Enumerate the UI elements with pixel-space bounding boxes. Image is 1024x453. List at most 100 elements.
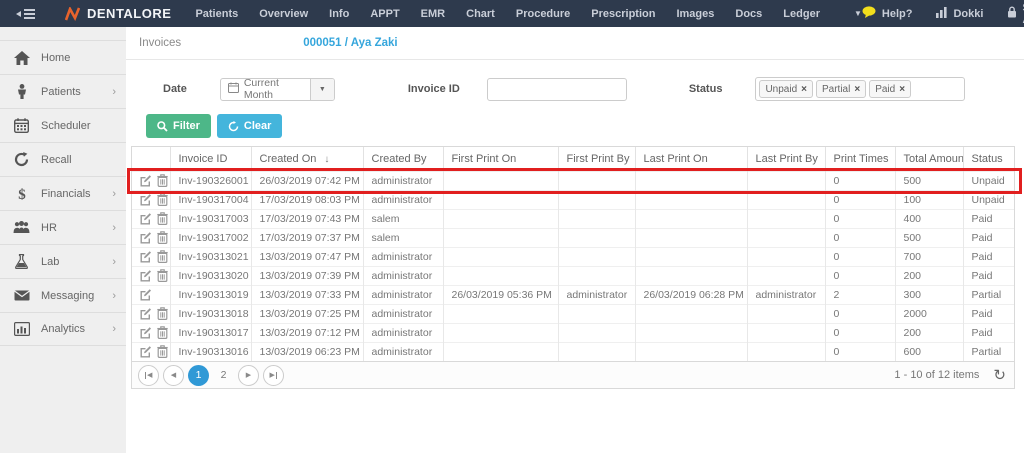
nav-item-procedure[interactable]: Procedure: [516, 8, 570, 20]
column-header-created-by[interactable]: Created By: [363, 147, 443, 171]
trash-icon[interactable]: [157, 250, 168, 263]
clinic-selector[interactable]: Dokki: [936, 7, 983, 21]
trash-icon[interactable]: [157, 345, 168, 358]
edit-icon[interactable]: [139, 193, 152, 206]
nav-item-docs[interactable]: Docs: [735, 8, 762, 20]
status-tag-paid: Paid×: [869, 80, 911, 98]
edit-icon[interactable]: [139, 212, 152, 225]
invoice-id-input[interactable]: [487, 78, 627, 101]
sidebar-item-scheduler[interactable]: Scheduler: [0, 108, 126, 142]
trash-icon[interactable]: [157, 231, 168, 244]
clear-button[interactable]: Clear: [217, 114, 283, 138]
edit-icon[interactable]: [139, 269, 152, 282]
sidebar-item-financials[interactable]: $Financials›: [0, 176, 126, 210]
pager-last-button[interactable]: ▶: [263, 365, 284, 386]
status-multiselect[interactable]: Unpaid×Partial×Paid×: [755, 77, 965, 101]
cell-print-times: 0: [825, 247, 895, 266]
nav-item-prescription[interactable]: Prescription: [591, 8, 655, 20]
navbar-overflow-caret[interactable]: ▼: [854, 9, 862, 18]
edit-icon[interactable]: [139, 326, 152, 339]
cell-invoice-id: Inv-190317003: [170, 209, 251, 228]
cell-created-by: salem: [363, 209, 443, 228]
cell-last-print-on: [635, 342, 747, 361]
refresh-icon[interactable]: ↻: [993, 368, 1006, 383]
pager-page-2[interactable]: 2: [213, 365, 234, 386]
cell-first-print-by: [558, 247, 635, 266]
table-row: Inv-19031700217/03/2019 07:37 PMsalem050…: [132, 228, 1014, 247]
cell-invoice-id: Inv-190317004: [170, 190, 251, 209]
remove-tag-icon[interactable]: ×: [899, 84, 905, 95]
pager-first-button[interactable]: ◀: [138, 365, 159, 386]
trash-icon[interactable]: [157, 193, 168, 206]
column-header-label: Status: [972, 153, 1003, 165]
date-dropdown[interactable]: Current Month ▼: [220, 78, 335, 101]
sidebar-item-recall[interactable]: Recall: [0, 142, 126, 176]
flask-icon: [13, 254, 30, 269]
column-header-label: Print Times: [834, 153, 889, 165]
edit-icon[interactable]: [139, 231, 152, 244]
nav-item-patients[interactable]: Patients: [195, 8, 238, 20]
column-header-status[interactable]: Status: [963, 147, 1014, 171]
column-header-total-amount[interactable]: Total Amount: [895, 147, 963, 171]
pager-prev-button[interactable]: ◀: [163, 365, 184, 386]
nav-item-appt[interactable]: APPT: [370, 8, 399, 20]
patient-link[interactable]: 000051 / Aya Zaki: [303, 37, 397, 49]
nav-item-emr[interactable]: EMR: [421, 8, 445, 20]
sidebar-item-messaging[interactable]: Messaging›: [0, 278, 126, 312]
remove-tag-icon[interactable]: ×: [801, 84, 807, 95]
sidebar-item-home[interactable]: Home: [0, 40, 126, 74]
sidebar-collapse-icon[interactable]: [16, 9, 35, 19]
edit-icon[interactable]: [139, 307, 152, 320]
edit-icon[interactable]: [139, 174, 152, 187]
nav-item-overview[interactable]: Overview: [259, 8, 308, 20]
trash-icon[interactable]: [157, 212, 168, 225]
column-header-invoice-id[interactable]: Invoice ID: [170, 147, 251, 171]
cell-print-times: 0: [825, 190, 895, 209]
pager-next-button[interactable]: ▶: [238, 365, 259, 386]
column-header-print-times[interactable]: Print Times: [825, 147, 895, 171]
row-actions-cell: [132, 171, 170, 190]
sidebar-item-hr[interactable]: HR›: [0, 210, 126, 244]
user-menu[interactable]: System Administrator ▼: [1007, 2, 1024, 26]
sidebar-item-lab[interactable]: Lab›: [0, 244, 126, 278]
table-row: Inv-19031301713/03/2019 07:12 PMadminist…: [132, 323, 1014, 342]
edit-icon[interactable]: [139, 288, 152, 301]
brand-logo[interactable]: DENTALORE: [65, 6, 171, 21]
sidebar-item-label: Recall: [41, 154, 72, 166]
status-label: Status: [689, 83, 723, 95]
column-header-last-print-by[interactable]: Last Print By: [747, 147, 825, 171]
row-actions-cell: [132, 247, 170, 266]
sidebar-item-patients[interactable]: Patients›: [0, 74, 126, 108]
trash-icon[interactable]: [157, 269, 168, 282]
sidebar-item-label: Home: [41, 52, 70, 64]
edit-icon[interactable]: [139, 250, 152, 263]
date-caret-icon[interactable]: ▼: [310, 79, 334, 100]
cell-last-print-on: [635, 323, 747, 342]
help-button[interactable]: Help?: [862, 6, 913, 21]
column-header-last-print-on[interactable]: Last Print On: [635, 147, 747, 171]
column-header-first-print-by[interactable]: First Print By: [558, 147, 635, 171]
column-header-first-print-on[interactable]: First Print On: [443, 147, 558, 171]
cell-first-print-on: [443, 266, 558, 285]
cell-created-on: 13/03/2019 07:33 PM: [251, 285, 363, 304]
chevron-right-icon: ›: [112, 290, 116, 302]
trash-icon[interactable]: [157, 307, 168, 320]
trash-icon[interactable]: [157, 174, 168, 187]
sidebar-item-analytics[interactable]: Analytics›: [0, 312, 126, 346]
trash-icon[interactable]: [157, 326, 168, 339]
cell-last-print-by: [747, 247, 825, 266]
nav-item-chart[interactable]: Chart: [466, 8, 495, 20]
cell-print-times: 0: [825, 304, 895, 323]
nav-item-info[interactable]: Info: [329, 8, 349, 20]
pager-page-1[interactable]: 1: [188, 365, 209, 386]
filter-button[interactable]: Filter: [146, 114, 211, 138]
sidebar-item-label: HR: [41, 222, 57, 234]
clinic-label: Dokki: [953, 8, 983, 20]
nav-item-ledger[interactable]: Ledger: [783, 8, 820, 20]
edit-icon[interactable]: [139, 345, 152, 358]
column-header-actions[interactable]: [132, 147, 170, 171]
cell-created-by: administrator: [363, 266, 443, 285]
remove-tag-icon[interactable]: ×: [854, 84, 860, 95]
column-header-created-on[interactable]: Created On↓: [251, 147, 363, 171]
nav-item-images[interactable]: Images: [676, 8, 714, 20]
